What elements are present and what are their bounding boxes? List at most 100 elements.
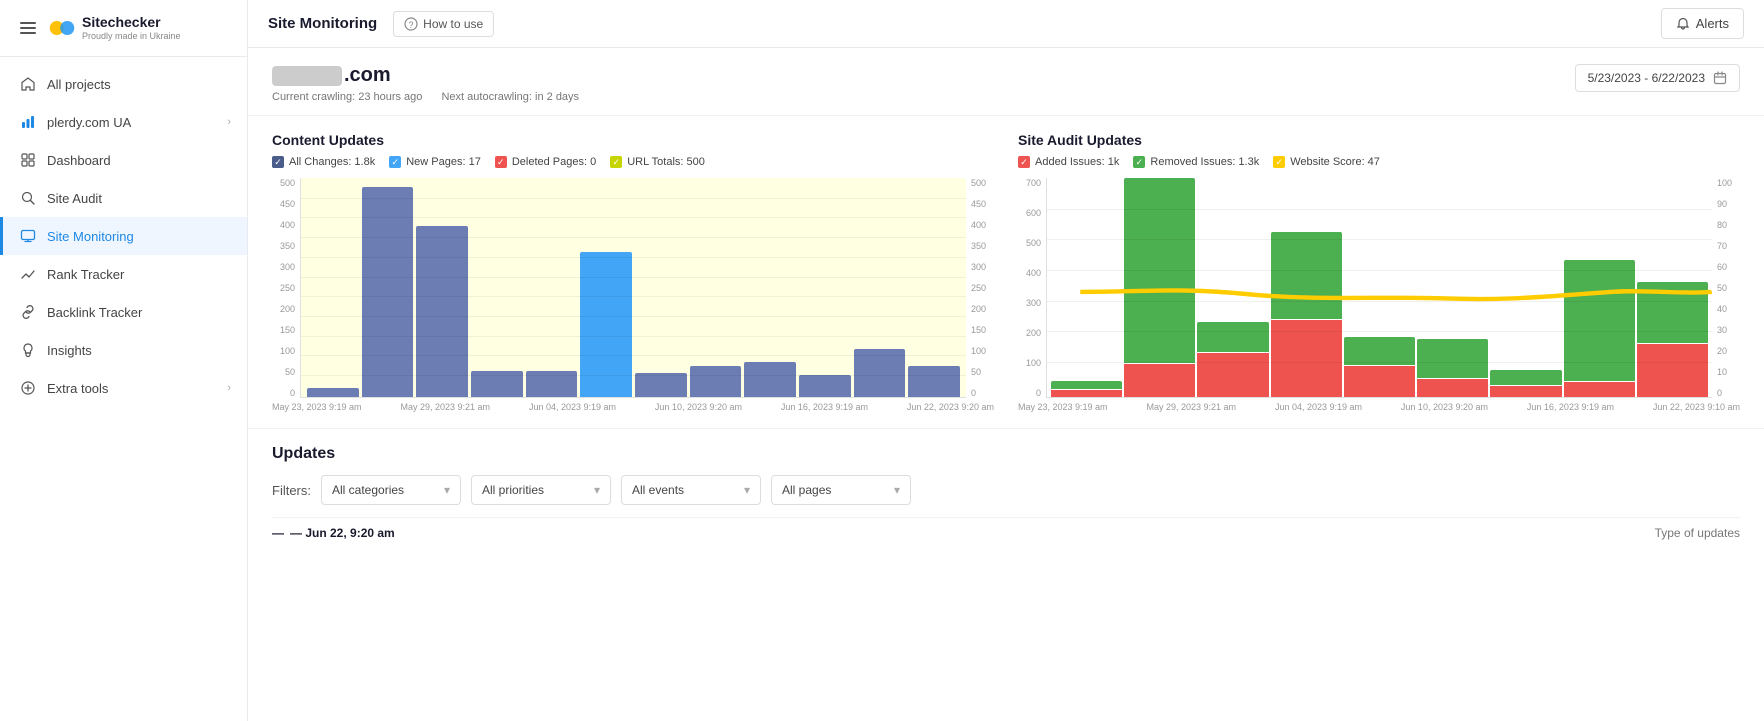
sidebar-item-label: Site Monitoring bbox=[47, 229, 134, 244]
legend-label: New Pages: 17 bbox=[406, 156, 481, 168]
legend-check-deleted-pages: ✓ bbox=[495, 156, 507, 168]
filter-pages-label: All pages bbox=[782, 483, 831, 497]
site-audit-updates-chart: Site Audit Updates ✓ Added Issues: 1k ✓ … bbox=[1018, 132, 1740, 412]
sidebar-item-plerdy[interactable]: plerdy.com UA › bbox=[0, 103, 247, 141]
sidebar-item-site-audit[interactable]: Site Audit bbox=[0, 179, 247, 217]
page-title: Site Monitoring bbox=[268, 15, 377, 32]
sidebar-item-extra-tools[interactable]: Extra tools › bbox=[0, 369, 247, 407]
updates-date-value: — Jun 22, 9:20 am bbox=[290, 526, 395, 540]
legend-label: Removed Issues: 1.3k bbox=[1150, 156, 1259, 168]
bar-green-8 bbox=[1564, 260, 1635, 380]
sidebar: Sitechecker Proudly made in Ukraine All … bbox=[0, 0, 248, 721]
logo-icon bbox=[48, 14, 76, 42]
bar-pair-8 bbox=[1564, 178, 1635, 397]
chevron-right-icon: › bbox=[227, 382, 231, 394]
bar-4 bbox=[471, 371, 523, 397]
audit-date-1: May 23, 2023 9:19 am bbox=[1018, 402, 1108, 412]
dash-icon: — bbox=[272, 526, 284, 540]
date-range-value: 5/23/2023 - 6/22/2023 bbox=[1588, 71, 1705, 85]
sidebar-nav: All projects plerdy.com UA › Dashboard S… bbox=[0, 57, 247, 721]
date-label-3: Jun 04, 2023 9:19 am bbox=[529, 402, 616, 412]
chevron-down-icon: ▾ bbox=[744, 483, 750, 497]
audit-date-4: Jun 10, 2023 9:20 am bbox=[1401, 402, 1488, 412]
bar-green-1 bbox=[1051, 381, 1122, 390]
bar-1 bbox=[307, 388, 359, 397]
content-updates-dates: May 23, 2023 9:19 am May 29, 2023 9:21 a… bbox=[272, 402, 994, 412]
legend-deleted-pages: ✓ Deleted Pages: 0 bbox=[495, 156, 596, 168]
audit-bars-inner bbox=[1047, 178, 1712, 397]
bar-red-5 bbox=[1344, 366, 1415, 397]
logo: Sitechecker Proudly made in Ukraine bbox=[48, 14, 181, 42]
bar-2 bbox=[362, 187, 414, 397]
filter-categories[interactable]: All categories ▾ bbox=[321, 475, 461, 505]
filter-priorities[interactable]: All priorities ▾ bbox=[471, 475, 611, 505]
legend-label: All Changes: 1.8k bbox=[289, 156, 375, 168]
bar-3 bbox=[416, 226, 468, 397]
chevron-down-icon: ▾ bbox=[594, 483, 600, 497]
grid-icon bbox=[19, 151, 37, 169]
content-updates-title: Content Updates bbox=[272, 132, 994, 148]
crawl-current: Current crawling: 23 hours ago bbox=[272, 91, 422, 103]
monitor-icon bbox=[19, 227, 37, 245]
content-updates-chart-wrap: 500450400350300250200150100500 bbox=[272, 178, 994, 398]
filter-priorities-label: All priorities bbox=[482, 483, 544, 497]
legend-check-removed: ✓ bbox=[1133, 156, 1145, 168]
bar-green-2 bbox=[1124, 178, 1195, 363]
info-icon: ? bbox=[404, 17, 418, 31]
y-axis-left: 500450400350300250200150100500 bbox=[272, 178, 300, 398]
bar-red-3 bbox=[1197, 353, 1268, 397]
bar-red-7 bbox=[1490, 386, 1561, 397]
bar-green-7 bbox=[1490, 370, 1561, 385]
logo-name: Sitechecker bbox=[82, 15, 181, 30]
site-name-suffix: .com bbox=[344, 64, 391, 87]
date-range-picker[interactable]: 5/23/2023 - 6/22/2023 bbox=[1575, 64, 1740, 92]
content-updates-chart: Content Updates ✓ All Changes: 1.8k ✓ Ne… bbox=[272, 132, 994, 412]
sidebar-item-rank-tracker[interactable]: Rank Tracker bbox=[0, 255, 247, 293]
topbar: Site Monitoring ? How to use Alerts bbox=[248, 0, 1764, 48]
sidebar-item-all-projects[interactable]: All projects bbox=[0, 65, 247, 103]
lightbulb-icon bbox=[19, 341, 37, 359]
main-content: Site Monitoring ? How to use Alerts .com… bbox=[248, 0, 1764, 721]
bar-pair-7 bbox=[1490, 178, 1561, 397]
svg-text:?: ? bbox=[409, 20, 414, 30]
filter-events-label: All events bbox=[632, 483, 684, 497]
bar-pair-3 bbox=[1197, 178, 1268, 397]
sidebar-item-label: plerdy.com UA bbox=[47, 115, 131, 130]
bar-pair-4 bbox=[1271, 178, 1342, 397]
chevron-down-icon: ▾ bbox=[444, 483, 450, 497]
plus-circle-icon bbox=[19, 379, 37, 397]
sidebar-item-insights[interactable]: Insights bbox=[0, 331, 247, 369]
filter-events[interactable]: All events ▾ bbox=[621, 475, 761, 505]
sidebar-item-label: Site Audit bbox=[47, 191, 102, 206]
sidebar-item-dashboard[interactable]: Dashboard bbox=[0, 141, 247, 179]
site-name-blur bbox=[272, 66, 342, 86]
legend-label: Deleted Pages: 0 bbox=[512, 156, 596, 168]
legend-check-all-changes: ✓ bbox=[272, 156, 284, 168]
bar-5 bbox=[526, 371, 578, 397]
trending-up-icon bbox=[19, 265, 37, 283]
bar-7 bbox=[635, 373, 687, 397]
date-label-6: Jun 22, 2023 9:20 am bbox=[907, 402, 994, 412]
filter-pages[interactable]: All pages ▾ bbox=[771, 475, 911, 505]
sidebar-item-site-monitoring[interactable]: Site Monitoring bbox=[0, 217, 247, 255]
bar-pair-1 bbox=[1051, 178, 1122, 397]
legend-check-new-pages: ✓ bbox=[389, 156, 401, 168]
chart-bar-icon bbox=[19, 113, 37, 131]
site-name: .com bbox=[272, 64, 595, 87]
filter-categories-label: All categories bbox=[332, 483, 404, 497]
bar-red-9 bbox=[1637, 344, 1708, 397]
bar-red-8 bbox=[1564, 382, 1635, 397]
bar-11 bbox=[854, 349, 906, 397]
hamburger-menu[interactable] bbox=[16, 18, 40, 38]
alerts-label: Alerts bbox=[1696, 16, 1729, 31]
how-to-use-button[interactable]: ? How to use bbox=[393, 11, 494, 37]
sidebar-item-backlink-tracker[interactable]: Backlink Tracker bbox=[0, 293, 247, 331]
updates-date-row: — — Jun 22, 9:20 am Type of updates bbox=[272, 517, 1740, 548]
bar-6 bbox=[580, 252, 632, 397]
bar-pair-6 bbox=[1417, 178, 1488, 397]
logo-tagline: Proudly made in Ukraine bbox=[82, 31, 181, 41]
date-label-5: Jun 16, 2023 9:19 am bbox=[781, 402, 868, 412]
legend-new-pages: ✓ New Pages: 17 bbox=[389, 156, 481, 168]
alerts-button[interactable]: Alerts bbox=[1661, 8, 1744, 39]
updates-date: — — Jun 22, 9:20 am bbox=[272, 526, 395, 540]
